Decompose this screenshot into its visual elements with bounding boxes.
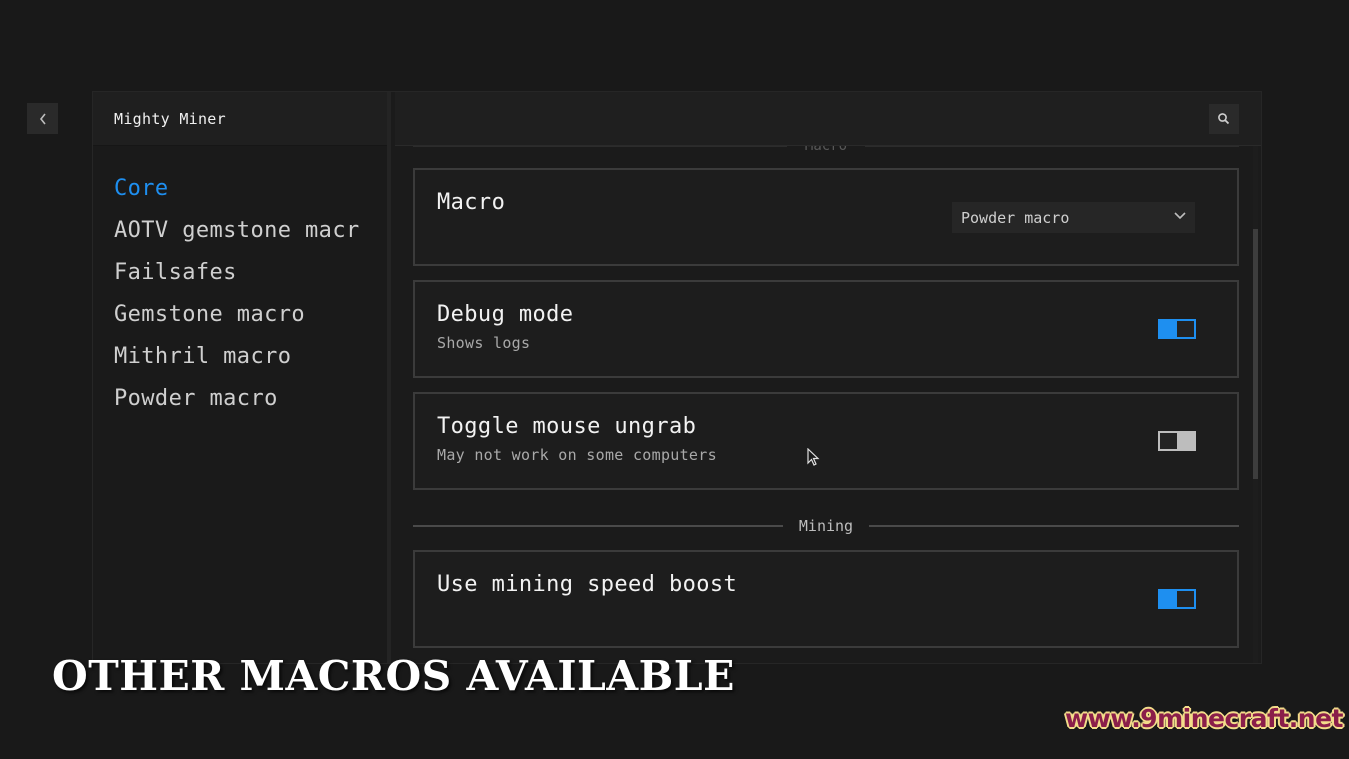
scrollbar-thumb[interactable] [1253, 229, 1258, 479]
nav-item-powder-macro[interactable]: Powder macro [114, 378, 389, 420]
toggle-knob [1177, 321, 1194, 337]
chevron-left-icon [39, 113, 46, 124]
nav-item-failsafes[interactable]: Failsafes [114, 252, 389, 294]
toggle-knob [1177, 591, 1194, 607]
setting-description: May not work on some computers [437, 446, 717, 464]
toggle-knob [1160, 433, 1177, 449]
debug-mode-toggle[interactable] [1158, 319, 1196, 339]
search-button[interactable] [1209, 104, 1239, 134]
nav-item-gemstone-macro[interactable]: Gemstone macro [114, 294, 389, 336]
mouse-ungrab-toggle[interactable] [1158, 431, 1196, 451]
watermark: www.9minecraft.net [1065, 704, 1344, 733]
setting-description: Shows logs [437, 334, 531, 352]
nav-item-core[interactable]: Core [114, 168, 389, 210]
divider-line [869, 525, 1239, 527]
setting-title: Toggle mouse ungrab [437, 414, 697, 439]
category-nav: Core AOTV gemstone macr Failsafes Gemsto… [93, 146, 387, 420]
section-heading-mining: Mining [413, 516, 1239, 536]
setting-card-macro: Macro Powder macro [413, 168, 1239, 266]
settings-content: Macro Macro Powder macro Debug mode Show… [395, 92, 1261, 663]
mining-speed-boost-toggle[interactable] [1158, 589, 1196, 609]
divider-line [413, 525, 783, 527]
nav-item-mithril-macro[interactable]: Mithril macro [114, 336, 389, 378]
setting-title: Macro [437, 190, 506, 215]
setting-card-mouse-ungrab: Toggle mouse ungrab May not work on some… [413, 392, 1239, 490]
macro-dropdown[interactable]: Powder macro [952, 202, 1195, 233]
nav-item-aotv-gemstone-macro[interactable]: AOTV gemstone macr [114, 210, 389, 252]
setting-title: Debug mode [437, 302, 574, 327]
sidebar: Mighty Miner Core AOTV gemstone macr Fai… [93, 92, 391, 663]
section-heading-label: Mining [798, 517, 854, 535]
back-button[interactable] [27, 103, 58, 134]
chevron-down-icon [1174, 212, 1186, 220]
video-caption: OTHER MACROS AVAILABLE [52, 652, 735, 700]
settings-window: Mighty Miner Core AOTV gemstone macr Fai… [92, 91, 1262, 664]
search-icon [1218, 113, 1230, 125]
setting-card-debug-mode: Debug mode Shows logs [413, 280, 1239, 378]
setting-card-mining-speed-boost: Use mining speed boost [413, 550, 1239, 648]
mouse-cursor-icon [807, 448, 820, 466]
dropdown-value: Powder macro [961, 208, 1070, 227]
app-title: Mighty Miner [93, 92, 387, 146]
setting-title: Use mining speed boost [437, 572, 738, 597]
content-header [395, 92, 1261, 146]
screen: Mighty Miner Core AOTV gemstone macr Fai… [0, 0, 1349, 759]
